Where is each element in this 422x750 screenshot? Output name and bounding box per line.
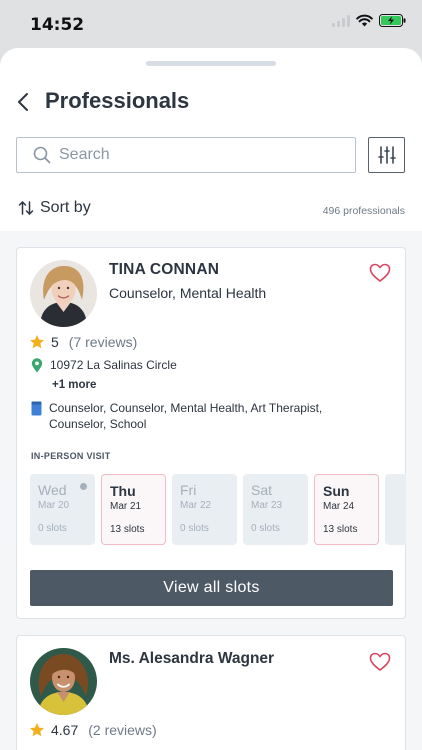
status-icons <box>332 14 406 27</box>
signal-icon <box>332 14 350 27</box>
result-count: 496 professionals <box>322 205 405 217</box>
day-slots-strip[interactable]: Wed Mar 20 0 slots Thu Mar 21 13 slots F… <box>30 474 406 546</box>
day-slot[interactable]: Sun Mar 24 13 slots <box>314 474 379 545</box>
professional-title: Counselor, Mental Health <box>109 285 267 301</box>
document-icon <box>31 401 42 416</box>
day-date: Mar 24 <box>323 501 355 512</box>
status-time: 14:52 <box>30 15 85 35</box>
day-slot-count: 0 slots <box>38 523 67 534</box>
day-slot-count: 13 slots <box>323 524 358 535</box>
battery-charging-icon <box>379 14 406 27</box>
status-bar: 14:52 <box>0 0 422 46</box>
specialties: Counselor, Counselor, Mental Health, Art… <box>31 400 371 432</box>
wifi-icon <box>356 14 373 27</box>
day-slot[interactable]: Wed Mar 20 0 slots <box>30 474 95 545</box>
rating-value: 5 <box>51 334 59 350</box>
sort-arrows-icon <box>18 201 34 215</box>
sort-button[interactable]: Sort by <box>18 199 91 217</box>
day-slot[interactable]: Thu Mar 21 13 slots <box>101 474 166 545</box>
favorite-button[interactable] <box>369 652 391 672</box>
address-text: 10972 La Salinas Circle <box>50 358 177 372</box>
heart-icon <box>369 652 391 671</box>
professional-card[interactable]: Ms. Alesandra Wagner 4.67 (2 reviews) <box>16 635 406 750</box>
day-slot-count: 0 slots <box>251 523 280 534</box>
page-title: Professionals <box>45 88 190 113</box>
reviews-link[interactable]: (7 reviews) <box>69 334 137 350</box>
day-date: Mar 20 <box>38 500 70 511</box>
day-name: Sat <box>251 482 273 498</box>
view-all-slots-button[interactable]: View all slots <box>30 570 393 606</box>
professionals-sheet: Professionals Sort by 496 professionals <box>0 48 422 750</box>
day-date: Mar 23 <box>251 500 283 511</box>
day-date: Mar 21 <box>110 501 142 512</box>
day-slot[interactable]: Fri Mar 22 0 slots <box>172 474 237 545</box>
avatar <box>30 260 97 327</box>
day-date: Mar 22 <box>180 500 212 511</box>
reviews-link[interactable]: (2 reviews) <box>88 722 156 738</box>
star-icon <box>30 723 44 737</box>
rating: 5 (7 reviews) <box>29 334 137 350</box>
professional-name[interactable]: TINA CONNAN <box>109 261 219 279</box>
search-icon <box>33 146 51 164</box>
avatar <box>30 648 97 715</box>
sort-label: Sort by <box>40 199 91 216</box>
rating: 4.67 (2 reviews) <box>29 722 157 738</box>
location-pin-icon <box>31 358 43 373</box>
day-slot-partial[interactable] <box>385 474 406 545</box>
day-slot-count: 0 slots <box>180 523 209 534</box>
address: 10972 La Salinas Circle <box>31 358 177 373</box>
day-slot[interactable]: Sat Mar 23 0 slots <box>243 474 308 545</box>
sliders-icon <box>377 146 396 164</box>
search-box[interactable] <box>16 137 356 173</box>
day-name: Sun <box>323 483 350 499</box>
professional-card[interactable]: TINA CONNAN Counselor, Mental Health 5 (… <box>16 247 406 619</box>
star-icon <box>30 335 44 349</box>
filter-button[interactable] <box>368 137 405 173</box>
chevron-left-icon <box>18 93 28 111</box>
heart-icon <box>369 263 391 282</box>
search-input[interactable] <box>59 146 319 164</box>
favorite-button[interactable] <box>369 263 391 283</box>
visit-type-label: IN-PERSON VISIT <box>31 451 111 461</box>
day-slot-count: 13 slots <box>110 524 145 535</box>
professionals-list: TINA CONNAN Counselor, Mental Health 5 (… <box>0 231 422 750</box>
sheet-grabber[interactable] <box>146 61 276 66</box>
professional-name[interactable]: Ms. Alesandra Wagner <box>109 650 274 668</box>
back-button[interactable] <box>12 88 34 116</box>
specialties-text: Counselor, Counselor, Mental Health, Art… <box>49 401 323 431</box>
day-name: Fri <box>180 482 197 498</box>
rating-value: 4.67 <box>51 722 79 738</box>
day-name: Thu <box>110 483 136 499</box>
today-dot <box>80 483 87 490</box>
address-more-link[interactable]: +1 more <box>52 379 96 391</box>
